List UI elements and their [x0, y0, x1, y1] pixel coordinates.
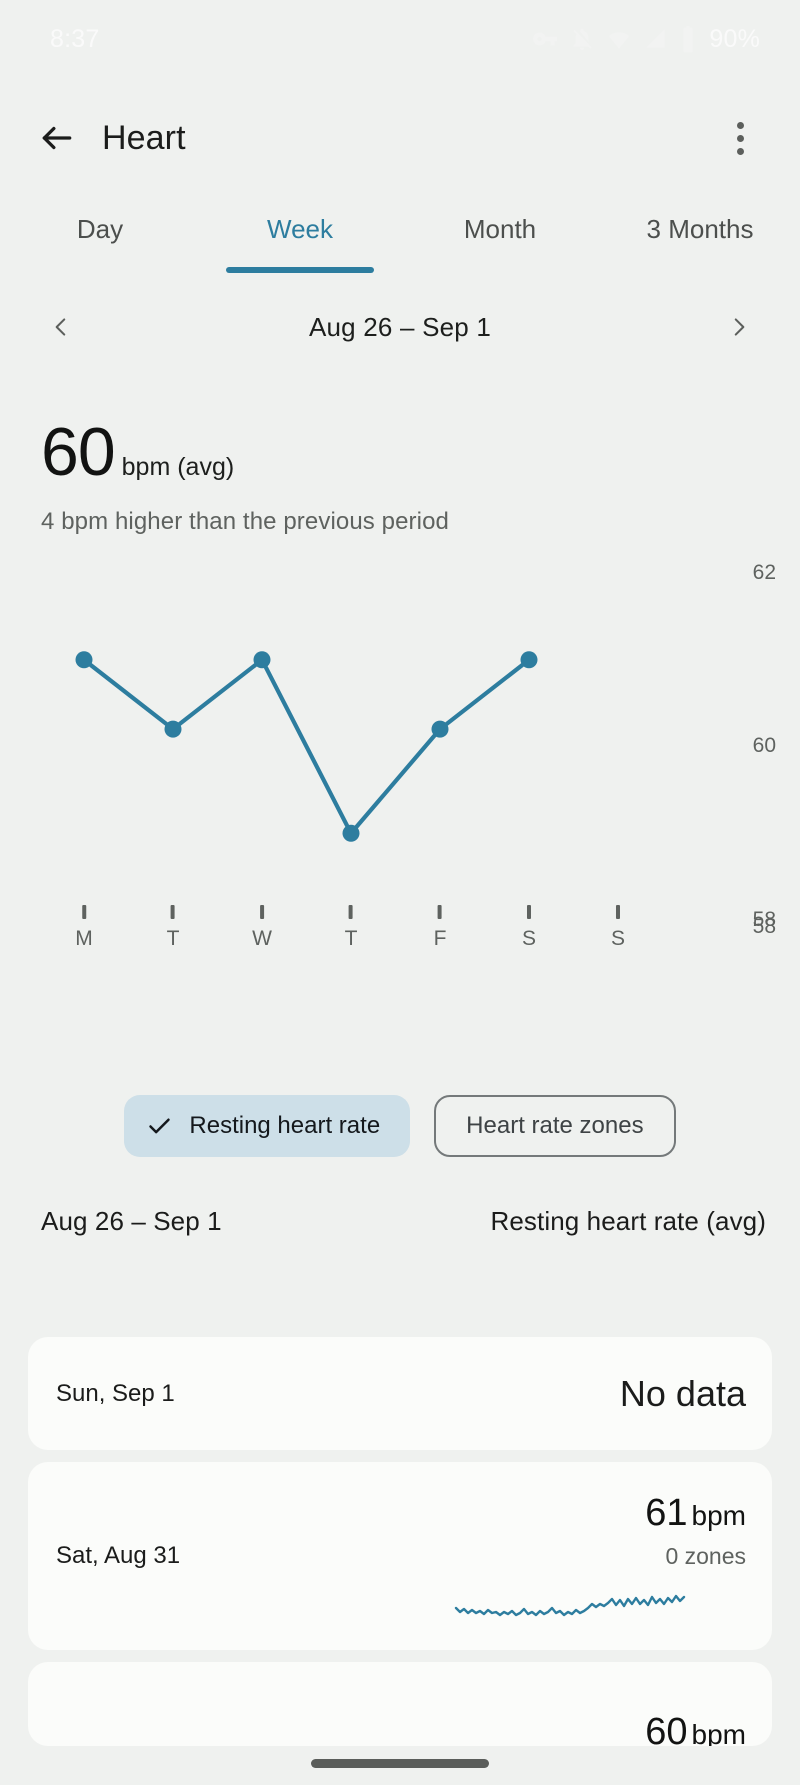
gesture-nav-bar[interactable] — [311, 1759, 489, 1768]
x-tick-mark — [615, 905, 620, 919]
list-item-bpm: 61 — [645, 1492, 688, 1534]
tab-day-label: Day — [76, 214, 124, 244]
vpn-key-icon — [532, 26, 558, 52]
list-item-value: 61 bpm — [645, 1492, 746, 1534]
y-axis-label-62: 62 — [752, 561, 776, 584]
y-axis-label-60: 60 — [752, 734, 776, 757]
x-tick-mark — [437, 905, 442, 919]
status-bar-clock: 8:37 — [50, 24, 100, 53]
wifi-icon — [606, 26, 632, 52]
tab-3-months[interactable]: 3 Months — [600, 192, 800, 267]
x-tick-label: F — [433, 927, 447, 950]
tab-month-label: Month — [463, 214, 537, 244]
chip-resting-heart-rate[interactable]: Resting heart rate — [124, 1095, 411, 1157]
x-tick-label: W — [252, 927, 272, 950]
daily-list: Sun, Sep 1 No data Sat, Aug 31 61 bpm 0 z… — [28, 1337, 772, 1758]
app-bar: Heart — [0, 102, 800, 174]
list-header-metric: Resting heart rate (avg) — [490, 1206, 766, 1236]
status-bar: 8:37 90% — [0, 0, 800, 78]
x-tick-6: S — [611, 905, 625, 951]
list-item-day: Sun, Sep 1 — [56, 1379, 175, 1407]
chart-data-point[interactable] — [253, 651, 271, 669]
x-tick-label: M — [75, 927, 93, 950]
period-tabs: Day Week Month 3 Months — [0, 192, 800, 273]
battery-percent-label: 90% — [709, 24, 760, 53]
more-vert-icon[interactable] — [714, 111, 766, 165]
summary-comparison: 4 bpm higher than the previous period — [41, 508, 449, 535]
x-tick-3: T — [344, 905, 358, 951]
chart-data-point[interactable] — [342, 824, 360, 842]
tab-day[interactable]: Day — [0, 192, 200, 267]
x-tick-label: S — [610, 927, 626, 950]
check-icon — [146, 1113, 173, 1140]
cellular-signal-icon — [643, 26, 669, 52]
x-tick-mark — [259, 905, 264, 919]
x-axis: M T W T F S S 58 — [0, 905, 800, 965]
chart-data-point[interactable] — [75, 651, 93, 669]
list-item-value: No data — [619, 1372, 746, 1414]
list-item[interactable]: 60 bpm — [28, 1662, 772, 1746]
chip-heart-rate-zones[interactable]: Heart rate zones — [434, 1095, 676, 1157]
list-header: Aug 26 – Sep 1 Resting heart rate (avg) — [41, 1206, 766, 1237]
app-screen: 8:37 90% Heart Day Week Month 3 Months A… — [0, 0, 800, 1785]
tab-week-label: Week — [267, 214, 333, 244]
status-bar-icons: 90% — [532, 25, 760, 54]
summary-value: 60 — [41, 414, 116, 490]
list-item-value: 60 bpm — [645, 1711, 746, 1746]
x-tick-label: T — [344, 927, 358, 950]
date-range-label: Aug 26 – Sep 1 — [308, 311, 492, 342]
x-tick-5: S — [522, 905, 536, 951]
x-tick-label: T — [166, 927, 180, 950]
battery-icon — [680, 25, 696, 53]
x-tick-mark — [170, 905, 175, 919]
list-header-range: Aug 26 – Sep 1 — [41, 1206, 222, 1236]
summary-block: 60 bpm (avg) 4 bpm higher than the previ… — [41, 418, 759, 536]
x-tick-mark — [82, 905, 86, 919]
metric-filter-chips: Resting heart rate Heart rate zones — [0, 1095, 800, 1157]
back-arrow-icon[interactable] — [30, 111, 84, 165]
chart-data-point[interactable] — [520, 651, 538, 669]
list-item[interactable]: Sat, Aug 31 61 bpm 0 zones — [28, 1462, 772, 1650]
tab-active-indicator — [226, 267, 374, 273]
chip-heart-rate-zones-label: Heart rate zones — [466, 1112, 644, 1139]
list-item-value-group: 61 bpm 0 zones — [645, 1492, 746, 1570]
list-item-bpm: 60 — [645, 1711, 688, 1746]
page-title: Heart — [102, 118, 186, 157]
chart-data-point[interactable] — [431, 720, 449, 738]
list-item-day: Sat, Aug 31 — [56, 1542, 181, 1569]
list-item[interactable]: Sun, Sep 1 No data — [28, 1337, 772, 1450]
y-axis-label-58-bottom: 58 — [752, 915, 776, 938]
x-tick-mark — [348, 905, 353, 919]
tab-week[interactable]: Week — [200, 192, 400, 273]
ring-off-icon — [569, 26, 595, 52]
list-item-unit: bpm — [691, 1719, 746, 1746]
chip-resting-heart-rate-label: Resting heart rate — [189, 1112, 381, 1139]
summary-unit: bpm (avg) — [121, 453, 235, 481]
list-item-zones: 0 zones — [665, 1543, 746, 1569]
x-tick-4: F — [433, 905, 447, 951]
tab-month[interactable]: Month — [400, 192, 600, 267]
chart-data-point[interactable] — [164, 720, 182, 738]
x-tick-2: W — [252, 905, 272, 951]
chevron-left-icon[interactable] — [34, 300, 88, 354]
x-tick-label: S — [521, 927, 537, 950]
list-item-unit: bpm — [691, 1500, 746, 1531]
x-tick-mark — [526, 905, 531, 919]
x-tick-0: M — [75, 905, 93, 951]
sparkline-chart — [454, 1594, 686, 1617]
x-tick-1: T — [166, 905, 180, 951]
chevron-right-icon[interactable] — [712, 300, 766, 354]
date-range-nav: Aug 26 – Sep 1 — [0, 298, 800, 356]
summary-value-row: 60 bpm (avg) — [41, 418, 759, 486]
tab-3-months-label: 3 Months — [646, 214, 754, 244]
